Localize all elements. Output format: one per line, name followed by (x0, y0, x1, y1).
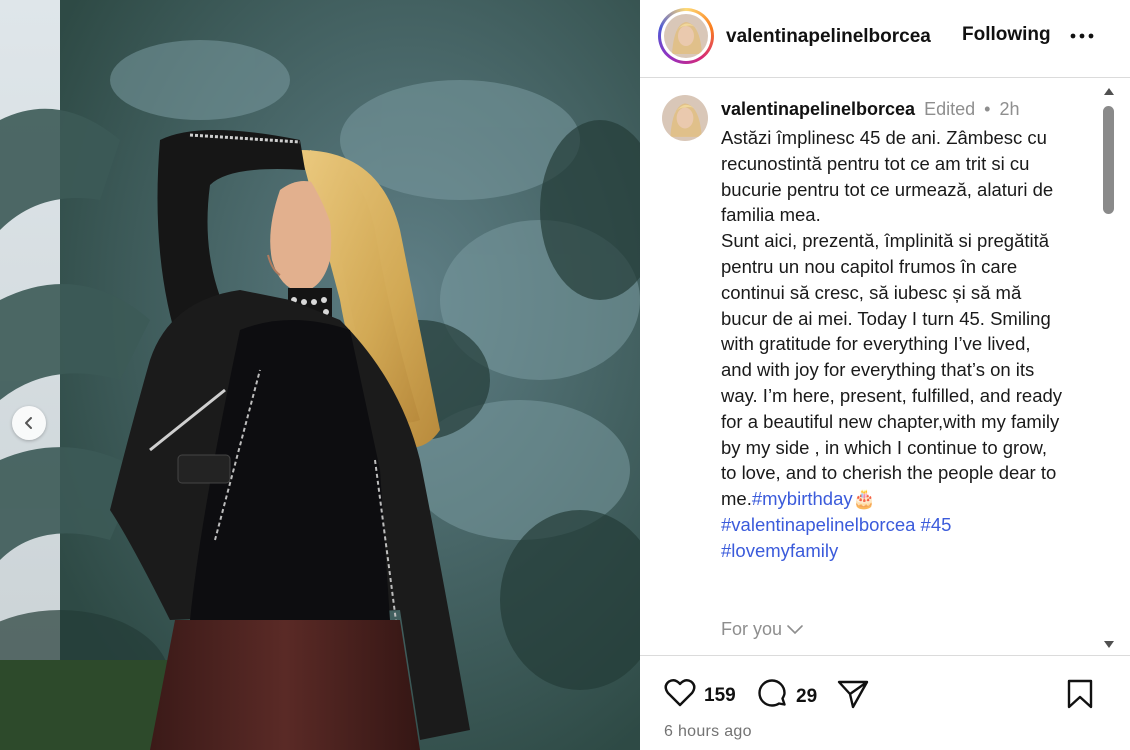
hashtag-valentinapelinelborcea[interactable]: #valentinapelinelborcea (721, 514, 915, 535)
hashtag-45[interactable]: #45 (921, 514, 952, 535)
caption-scrollbar[interactable] (1100, 86, 1118, 650)
save-button[interactable] (1066, 678, 1094, 715)
caption-text: Astăzi împlinesc 45 de ani. Zâmbesc cu r… (721, 125, 1066, 564)
scroll-down-arrow-icon[interactable] (1103, 640, 1115, 650)
comment-button[interactable]: 29 (756, 678, 817, 715)
post-side-panel: valentinapelinelborcea Following valenti… (640, 0, 1130, 750)
actions-bar: 159 29 6 hours ago (640, 655, 1130, 750)
chevron-left-icon (22, 416, 36, 430)
post-header: valentinapelinelborcea Following (640, 0, 1130, 78)
like-button[interactable]: 159 (664, 678, 736, 713)
caption-username[interactable]: valentinapelinelborcea (721, 99, 915, 119)
chevron-down-icon (786, 619, 804, 640)
post-photo[interactable] (0, 0, 640, 750)
for-you-label: For you (721, 619, 783, 639)
more-horizontal-icon (1068, 33, 1096, 53)
hashtag-mybirthday[interactable]: #mybirthday (752, 488, 853, 509)
share-button[interactable] (836, 678, 870, 715)
caption-paragraph-1: Astăzi împlinesc 45 de ani. Zâmbesc cu r… (721, 127, 1054, 226)
bookmark-icon (1066, 678, 1094, 715)
post-time[interactable]: 2h (999, 99, 1019, 119)
caption-area: valentinapelinelborcea Edited • 2h Astăz… (640, 79, 1130, 655)
avatar (664, 14, 708, 58)
meta-separator: • (984, 99, 991, 119)
comment-count[interactable]: 29 (796, 686, 817, 708)
previous-image-button[interactable] (12, 406, 46, 440)
caption-header: valentinapelinelborcea Edited • 2h (721, 99, 1020, 120)
hashtag-lovemyfamily[interactable]: #lovemyfamily (721, 540, 838, 561)
for-you-toggle[interactable]: For you (721, 619, 804, 640)
caption-paragraph-2: Sunt aici, prezentă, împlinită si pregăt… (721, 228, 1066, 563)
header-username[interactable]: valentinapelinelborcea (726, 26, 931, 48)
post-image (0, 0, 640, 750)
send-icon (836, 678, 870, 715)
heart-icon (664, 678, 696, 713)
avatar-story-ring[interactable] (658, 8, 714, 64)
edited-label: Edited (924, 99, 976, 119)
more-options-button[interactable] (1068, 22, 1096, 50)
comment-icon (756, 678, 788, 715)
scroll-thumb[interactable] (1103, 106, 1114, 214)
scroll-up-arrow-icon[interactable] (1103, 86, 1115, 96)
post-timestamp[interactable]: 6 hours ago (664, 723, 752, 741)
caption-paragraph-2-text: Sunt aici, prezentă, împlinită si pregăt… (721, 230, 1063, 510)
caption-avatar[interactable] (662, 95, 708, 141)
following-button[interactable]: Following (962, 24, 1051, 46)
like-count[interactable]: 159 (704, 685, 736, 707)
birthday-cake-emoji: 🎂 (852, 488, 876, 510)
